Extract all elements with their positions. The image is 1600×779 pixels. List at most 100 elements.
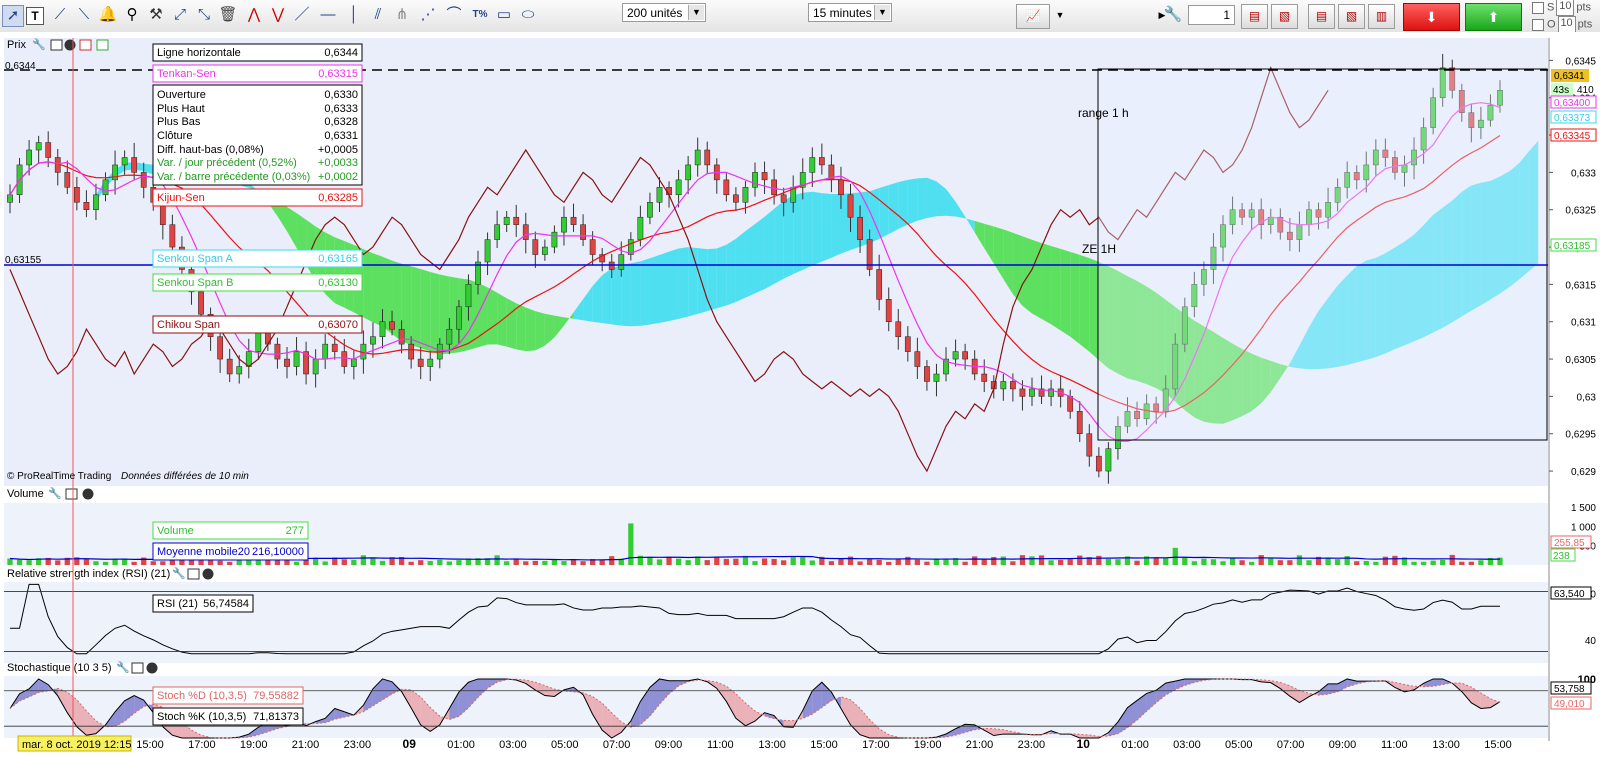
hline-icon[interactable]: — [318, 5, 338, 25]
units-select[interactable]: 200 unités ▼ [622, 3, 706, 22]
window-icon[interactable] [131, 662, 144, 674]
line-icon[interactable]: ／ [292, 5, 312, 25]
chevron-down-icon[interactable]: ▼ [688, 5, 704, 20]
volume-bar [1373, 561, 1379, 565]
price-tick-label: 0,6315 [1565, 280, 1596, 291]
close-position-button[interactable]: ▥ [1368, 4, 1395, 29]
ellipse-icon[interactable]: ⬭ [518, 5, 538, 25]
volume-tick-label: 1 000 [1571, 522, 1596, 533]
wave-icon[interactable]: ⋁ [268, 5, 288, 25]
chevron-down-icon[interactable]: ▼ [1050, 5, 1070, 25]
svg-text:Stoch %D (10,3,5): Stoch %D (10,3,5) [157, 690, 247, 702]
hline-label-1: 0,6344 [5, 61, 36, 72]
wrench-icon[interactable]: 🔧 [1163, 5, 1183, 25]
window-icon[interactable] [187, 568, 200, 580]
buy-limit-button[interactable]: ▤ [1308, 4, 1335, 29]
sell-order-icon[interactable] [79, 39, 92, 51]
chart-area[interactable]: Prix 🔧 Volume 🔧 Relative strength index … [0, 32, 1600, 779]
candle-body [417, 358, 424, 367]
buy-order-icon[interactable] [96, 39, 109, 51]
trendline-icon[interactable]: ⤢ [170, 5, 190, 25]
svg-text:79,55882: 79,55882 [253, 690, 299, 702]
fibonacci-icon[interactable]: ⤡ [194, 5, 214, 25]
senkou-a-tag: 0,63373 [1554, 113, 1591, 124]
volume-bar [828, 561, 835, 565]
fan-icon[interactable]: ⋰ [418, 5, 438, 25]
buy-market-button[interactable]: ⬆ [1465, 3, 1522, 31]
stop-checkbox[interactable] [1532, 1, 1544, 14]
volume-bar [379, 560, 386, 565]
range-rectangle[interactable] [1097, 68, 1548, 441]
pitchfork-icon[interactable]: ⋔ [392, 5, 412, 25]
rsi-panel[interactable] [4, 582, 1548, 663]
close-icon[interactable] [64, 39, 76, 51]
sell-stop-button[interactable]: ▧ [1271, 4, 1298, 29]
close-icon[interactable] [202, 568, 214, 580]
svg-text:Plus Bas: Plus Bas [157, 116, 201, 128]
volume-bar [150, 561, 156, 565]
zoom-icon[interactable]: ⚲ [122, 5, 142, 25]
volume-bar [1354, 561, 1360, 565]
buy-stop-button[interactable]: ▧ [1338, 4, 1365, 29]
volume-bar [1268, 557, 1274, 565]
ze-annotation[interactable]: ZE 1H [1082, 242, 1116, 256]
measure-icon[interactable]: ⟍ [74, 5, 94, 25]
volume-bar [532, 560, 538, 565]
volume-bar [752, 561, 758, 565]
volume-bar [523, 561, 529, 565]
chevron-down-icon[interactable]: ▼ [874, 5, 890, 20]
window-icon[interactable] [65, 488, 78, 500]
pointer-icon[interactable]: ➚ [2, 5, 24, 27]
senkou-b-tag: 0,63185 [1554, 241, 1591, 252]
volume-bar [93, 561, 99, 565]
info-chikou: Chikou Span 0,63070 [152, 315, 363, 334]
wrench-icon[interactable]: 🔧 [48, 486, 62, 500]
stop-option[interactable]: S 10 pts [1532, 0, 1600, 17]
vline-icon[interactable]: │ [344, 5, 364, 25]
delay-note: Données différées de 10 min [121, 471, 249, 482]
stop-unit: pts [1576, 1, 1592, 14]
trash-icon[interactable]: 🗑 [218, 5, 238, 25]
wrench-icon[interactable]: 🔧 [172, 566, 186, 580]
candle-body [427, 358, 434, 367]
window-icon[interactable] [50, 39, 63, 51]
stoch-panel[interactable] [4, 676, 1548, 738]
candle-body [1019, 388, 1026, 397]
sell-market-button[interactable]: ⬇ [1403, 3, 1460, 31]
x-tick-label: 03:00 [499, 739, 527, 751]
candle-body [522, 224, 529, 240]
chart-type-button[interactable]: 📈 [1016, 4, 1050, 29]
percent-icon[interactable]: T% [470, 5, 490, 25]
timeframe-select[interactable]: 15 minutes ▼ [808, 3, 892, 22]
candle-body [962, 351, 969, 360]
wrench-icon[interactable]: 🔧 [116, 660, 130, 674]
rectangle-icon[interactable]: ▭ [494, 5, 514, 25]
candle-body [140, 172, 147, 188]
svg-text:0,6333: 0,6333 [324, 103, 358, 115]
sell-limit-button[interactable]: ▤ [1241, 4, 1268, 29]
timer-tag: 43s [1553, 85, 1569, 96]
text-tool-icon[interactable]: T [26, 7, 44, 25]
zigzag-icon[interactable]: ⋀ [244, 5, 264, 25]
tools-icon[interactable]: ⚒ [146, 5, 166, 25]
x-tick-label: 07:00 [1277, 739, 1305, 751]
channel-icon[interactable]: ⫽ [368, 5, 388, 25]
stop-points-input[interactable]: 10 [1556, 0, 1575, 16]
volume-bar [914, 559, 920, 565]
close-icon[interactable] [82, 488, 94, 500]
candle-body [45, 142, 52, 158]
candle-body [704, 149, 711, 166]
order-quantity-input[interactable]: 1 [1188, 5, 1235, 25]
candle-body [618, 254, 625, 270]
x-tick-label: 07:00 [603, 739, 631, 751]
candle-body [752, 172, 758, 188]
info-stoch-d: Stoch %D (10,3,5) 79,55882 [152, 686, 304, 705]
ruler-icon[interactable]: ⟋ [50, 5, 70, 25]
objective-checkbox[interactable] [1532, 18, 1544, 31]
close-icon[interactable] [146, 662, 158, 674]
objective-points-input[interactable]: 10 [1557, 16, 1576, 33]
range-annotation[interactable]: range 1 h [1078, 106, 1129, 120]
alert-bell-icon[interactable]: 🔔 [98, 5, 118, 25]
wrench-icon[interactable]: 🔧 [32, 37, 46, 51]
arc-icon[interactable]: ⌒ [444, 5, 464, 25]
